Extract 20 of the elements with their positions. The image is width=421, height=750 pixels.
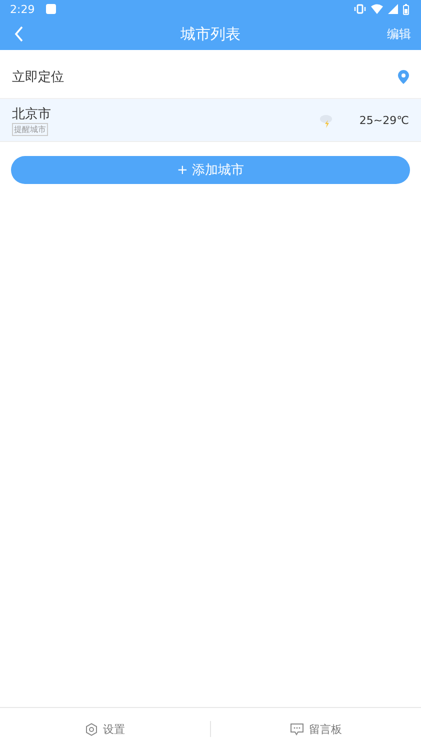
edit-button[interactable]: 编辑 (377, 26, 421, 42)
signal-icon (388, 4, 398, 14)
add-city-button[interactable]: + 添加城市 (11, 156, 410, 184)
battery-icon (403, 4, 409, 14)
chat-icon (290, 722, 304, 736)
settings-icon (85, 722, 98, 736)
status-time: 2:29 (10, 2, 35, 16)
vibrate-icon (354, 4, 366, 14)
city-row[interactable]: 北京市 提醒城市 25~29℃ (0, 99, 421, 142)
footer-tab[interactable]: 设置 (0, 720, 210, 738)
location-pin-icon (398, 70, 409, 84)
locate-label: 立即定位 (12, 69, 64, 86)
wifi-icon (371, 4, 383, 14)
page-title: 城市列表 (180, 24, 240, 44)
city-name: 北京市 (12, 106, 52, 122)
chevron-left-icon (14, 26, 24, 42)
city-tag: 提醒城市 (12, 122, 48, 136)
notification-icon (46, 4, 56, 14)
footer-tab[interactable]: 留言板 (211, 720, 421, 738)
temperature-range: 25~29℃ (359, 114, 409, 126)
